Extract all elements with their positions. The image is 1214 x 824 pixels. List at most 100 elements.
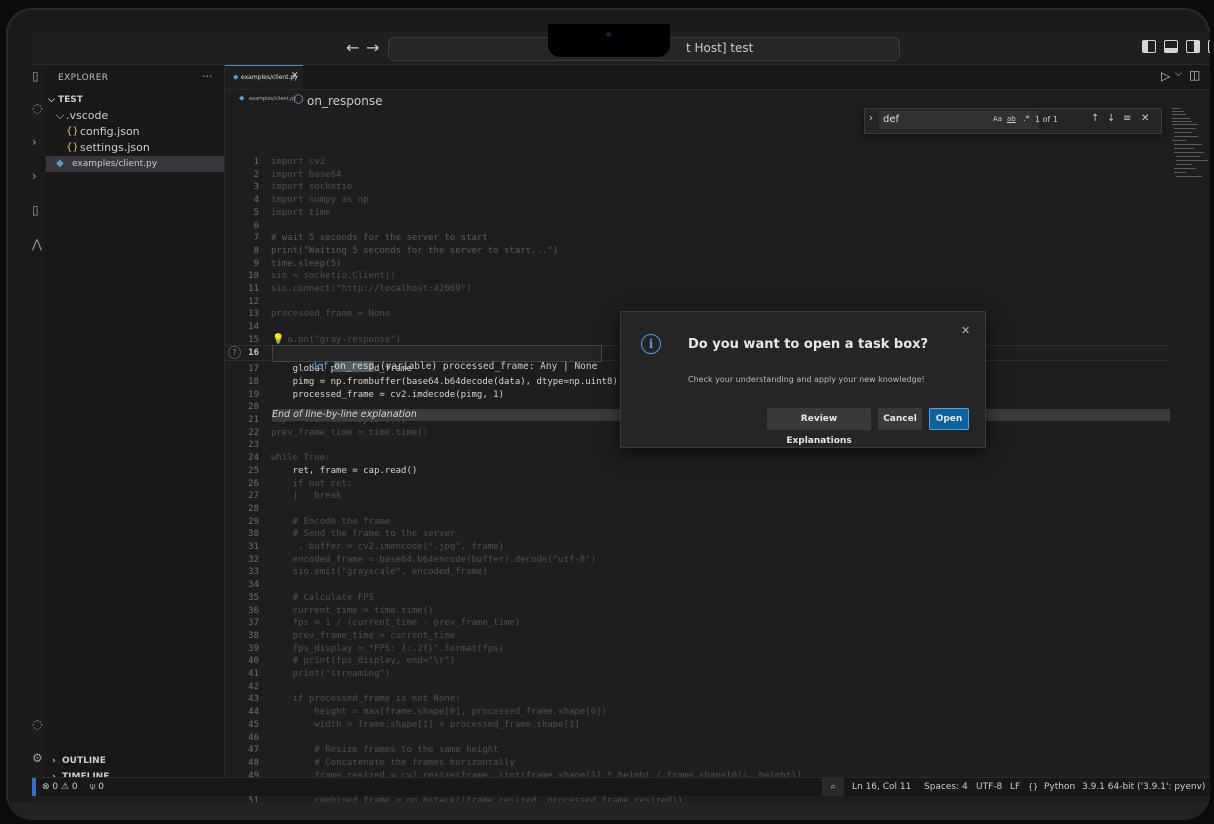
line-number: 23 [248,440,259,451]
run-icon[interactable]: ▷ [1161,69,1170,83]
minimap[interactable] [1172,108,1208,188]
toggle-secondary-sidebar-icon[interactable] [1186,40,1200,53]
code-line[interactable]: 8 print("Waiting 5 seconds for the server… [225,245,1172,258]
code-line[interactable]: 37 fps = 1 / (current_time - prev_frame_… [225,617,1172,630]
close-icon[interactable]: ✕ [1141,113,1149,124]
code-line[interactable]: 26 if not ret: [225,478,1172,491]
code-line[interactable]: 39 fps_display = "FPS: {:.2f}".format(fp… [225,643,1172,656]
manage-gear-icon[interactable]: ⚙ [32,751,43,765]
code-line[interactable]: 46 [225,732,1172,745]
toggle-replace-icon[interactable]: › [869,113,873,124]
cancel-button[interactable]: Cancel [878,408,922,430]
open-button[interactable]: Open [929,408,969,430]
code-line[interactable]: 12 [225,296,1172,309]
code-line[interactable]: 38 prev_frame_time = current_time [225,630,1172,643]
find-in-selection-icon[interactable]: ≡ [1123,113,1131,124]
cursor-position[interactable]: Ln 16, Col 11 [852,778,911,796]
remote-indicator[interactable] [32,778,36,796]
line-number: 10 [248,271,259,282]
search-icon[interactable]: ◌ [32,101,42,115]
code-line[interactable]: 40 # print(fps_display, end="\r") [225,655,1172,668]
breadcrumb-symbol[interactable]: on_response [307,94,382,108]
code-line[interactable]: 29 # Encode the frame [225,516,1172,529]
explorer-icon[interactable]: ▯ [32,69,39,83]
chevron-down-icon[interactable]: ⌵ [1175,69,1182,79]
code-line[interactable]: 9 time.sleep(5) [225,258,1172,271]
code-line[interactable]: 30 # Send the frame to the server [225,528,1172,541]
match-case-icon[interactable]: Aa [993,115,1002,123]
root-folder[interactable]: ⌵ TEST [46,92,224,108]
python-interpreter[interactable]: 3.9.1 64-bit ('3.9.1': pyenv) [1082,778,1205,796]
tree-file-config-json[interactable]: {} config.json [46,124,224,140]
account-icon[interactable]: ◌ [32,717,42,731]
code-line[interactable]: 28 [225,503,1172,516]
line-text: import socketio [271,182,353,193]
tab-client-py[interactable]: ◆ examples/client.py ✕ [225,65,303,89]
code-line[interactable]: 24 while True: [225,452,1172,465]
code-line[interactable]: 2 import base64 [225,169,1172,182]
line-ending[interactable]: LF [1010,778,1020,796]
code-line[interactable]: 31 _, buffer = cv2.imencode(".jpg", fram… [225,541,1172,554]
tree-file-client-py[interactable]: ◆ examples/client.py [46,156,224,172]
line-number: 3 [253,182,259,193]
back-arrow-icon[interactable]: ← [346,38,359,57]
code-line[interactable]: 6 [225,220,1172,233]
split-editor-icon[interactable]: ◫ [1189,68,1200,82]
forward-arrow-icon[interactable]: → [366,38,379,57]
source-control-icon[interactable]: › [32,135,37,149]
help-badge-icon[interactable]: ? [228,346,241,359]
code-line[interactable]: 36 current_time = time.time() [225,605,1172,618]
code-line[interactable]: 7 # wait 5 seconds for the server to star… [225,232,1172,245]
tree-folder-vscode[interactable]: ⌵ .vscode [46,108,224,124]
code-line[interactable]: 32 encoded_frame = base64.b64encode(buff… [225,554,1172,567]
encoding[interactable]: UTF-8 [976,778,1002,796]
search-icon[interactable]: ⌕ [822,778,844,796]
lightbulb-icon[interactable]: 💡 [272,334,284,345]
indentation[interactable]: Spaces: 4 [924,778,968,796]
more-actions-icon[interactable]: ··· [202,70,213,83]
code-line[interactable]: 41 print("streaming") [225,668,1172,681]
breadcrumb-file[interactable]: examples/client.py [249,96,296,102]
info-icon: i [641,334,661,354]
remote-explorer-icon[interactable]: ⋀ [32,237,42,251]
toggle-primary-sidebar-icon[interactable] [1142,40,1156,53]
code-line[interactable]: 33 sio.emit("grayscale", encoded_frame) [225,566,1172,579]
code-line[interactable]: 25 ret, frame = cap.read() [225,465,1172,478]
code-line[interactable]: 47 # Resize frames to the same height [225,744,1172,757]
toggle-panel-icon[interactable] [1164,40,1178,53]
code-line[interactable]: 3 import socketio [225,181,1172,194]
code-line[interactable]: 43 if processed_frame is not None: [225,693,1172,706]
ports-indicator[interactable]: ⍦ 0 [90,778,104,796]
code-line[interactable]: 5 import time [225,207,1172,220]
run-debug-icon[interactable]: › [32,169,37,183]
code-editor[interactable]: 1 import cv2 2 import base64 3 import socketi… [225,127,1172,806]
close-icon[interactable]: ✕ [961,324,970,337]
line-text: print("streaming") [271,669,391,679]
close-tab-icon[interactable]: ✕ [291,71,299,81]
extensions-icon[interactable]: ▯ [32,203,39,217]
outline-section[interactable]: › OUTLINE [46,753,224,769]
code-line[interactable]: 35 # Calculate FPS [225,592,1172,605]
whole-word-icon[interactable]: ab [1007,115,1016,123]
next-match-icon[interactable]: ↓ [1107,113,1115,124]
review-explanations-button[interactable]: Review Explanations [767,408,871,446]
tree-file-settings-json[interactable]: {} settings.json [46,140,224,156]
line-text: fps = 1 / (current_time - prev_frame_tim… [271,618,521,629]
code-line[interactable]: 45 width = frame.shape[1] + processed_fr… [225,719,1172,732]
regex-icon[interactable]: .* [1023,114,1030,123]
code-line[interactable]: 1 import cv2 [225,156,1172,169]
code-line[interactable]: 10 sio = socketio.Client() [225,270,1172,283]
line-number: 22 [248,427,259,438]
problems-indicator[interactable]: ⊗ 0 ⚠ 0 [42,778,78,796]
previous-match-icon[interactable]: ↑ [1091,113,1099,124]
customize-layout-icon[interactable] [1208,40,1210,53]
code-line[interactable]: 27 | break [225,490,1172,503]
code-line[interactable]: 11 sio.connect("http://localhost:42069") [225,283,1172,296]
code-line[interactable]: 48 # Concatenate the frames horizontally [225,757,1172,770]
line-number: 20 [248,402,259,413]
code-line[interactable]: 4 import numpy as np [225,194,1172,207]
code-line[interactable]: 44 height = max(frame.shape[0], processe… [225,706,1172,719]
code-line[interactable]: 42 [225,681,1172,694]
code-line[interactable]: 34 [225,579,1172,592]
language-mode[interactable]: Python [1044,778,1075,796]
